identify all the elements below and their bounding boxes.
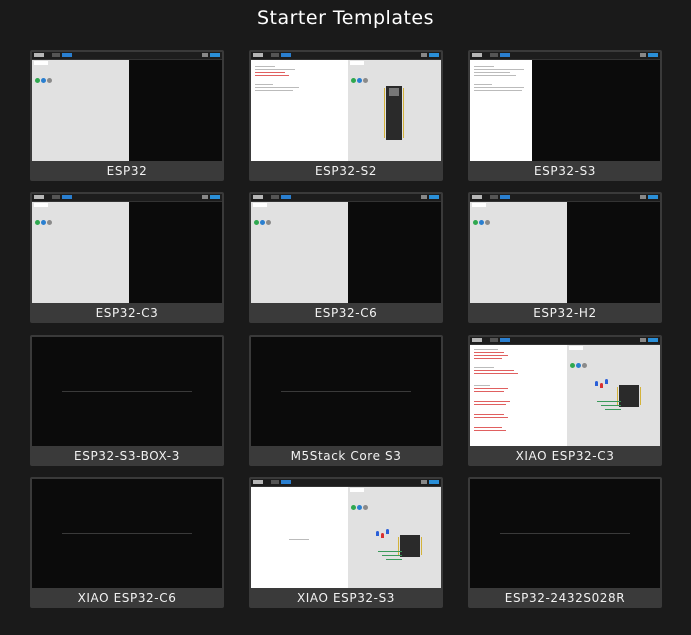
template-preview [251,52,441,161]
template-label: ESP32-C3 [95,306,159,320]
template-preview [32,479,222,588]
template-label: XIAO ESP32-C6 [77,591,177,605]
template-card-xiao-esp32-c6[interactable]: XIAO ESP32-C6 [30,477,224,608]
template-label: ESP32-S3-BOX-3 [74,449,180,463]
template-label: M5Stack Core S3 [290,449,402,463]
template-preview [251,479,441,588]
template-label: XIAO ESP32-C3 [515,449,615,463]
template-preview [470,337,660,446]
template-card-xiao-esp32-s3[interactable]: XIAO ESP32-S3 [249,477,443,608]
templates-page: Starter Templates ESP32 ESP32-S2 ESP32-S… [0,0,691,635]
template-preview [251,194,441,303]
template-label: ESP32-C6 [314,306,378,320]
template-card-esp32-s3-box-3[interactable]: ESP32-S3-BOX-3 [30,335,224,466]
page-title: Starter Templates [256,7,435,29]
template-card-xiao-esp32-c3[interactable]: XIAO ESP32-C3 [468,335,662,466]
template-card-esp32-s3[interactable]: ESP32-S3 [468,50,662,181]
template-card-esp32-c3[interactable]: ESP32-C3 [30,192,224,323]
template-card-esp32-c6[interactable]: ESP32-C6 [249,192,443,323]
template-card-esp32-h2[interactable]: ESP32-H2 [468,192,662,323]
template-label: ESP32-2432S028R [504,591,626,605]
template-card-m5stack-core-s3[interactable]: M5Stack Core S3 [249,335,443,466]
template-card-esp32-s2[interactable]: ESP32-S2 [249,50,443,181]
template-card-esp32[interactable]: ESP32 [30,50,224,181]
template-preview [32,194,222,303]
template-label: ESP32-S2 [314,164,378,178]
template-preview [470,194,660,303]
template-preview [251,337,441,446]
template-preview [32,52,222,161]
template-label: ESP32 [106,164,148,178]
template-label: ESP32-S3 [533,164,597,178]
template-label: XIAO ESP32-S3 [296,591,396,605]
template-card-esp32-2432s028r[interactable]: ESP32-2432S028R [468,477,662,608]
template-label: ESP32-H2 [533,306,597,320]
template-preview [32,337,222,446]
template-preview [470,479,660,588]
template-preview [470,52,660,161]
